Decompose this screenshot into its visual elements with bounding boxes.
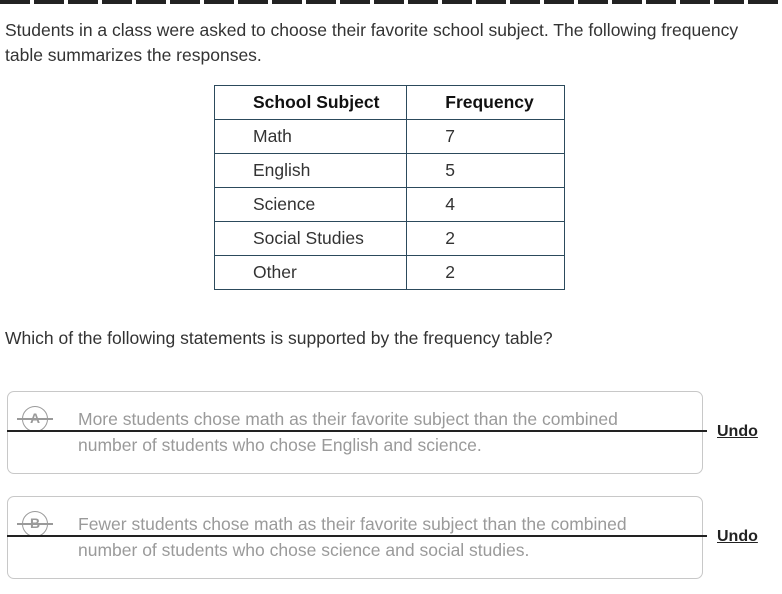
table-cell-frequency: 2 <box>406 255 565 290</box>
choice-letter-b: B <box>17 511 53 537</box>
choice-letter-a: A <box>17 406 53 432</box>
table-header-subject: School Subject <box>213 85 408 120</box>
table-row: Science 4 <box>213 187 565 222</box>
undo-eliminate-button-a[interactable]: Undo <box>717 423 758 441</box>
table-header-row: School Subject Frequency <box>213 85 565 120</box>
question-prompt-text: Which of the following statements is sup… <box>5 328 553 348</box>
question-intro-text: Students in a class were asked to choose… <box>5 20 739 65</box>
answer-choice-a[interactable]: A More students chose math as their favo… <box>7 391 703 474</box>
eliminated-strike-line-a <box>7 430 707 432</box>
table-cell-subject: Social Studies <box>213 221 408 256</box>
table-cell-subject: Science <box>213 187 408 222</box>
table-header-frequency: Frequency <box>406 85 565 120</box>
table-cell-frequency: 2 <box>406 221 565 256</box>
table-row: Other 2 <box>213 255 565 290</box>
eliminated-strike-line-b <box>7 535 707 537</box>
table-cell-subject: English <box>213 153 408 188</box>
table-cell-frequency: 4 <box>406 187 565 222</box>
table-cell-subject: Other <box>213 255 408 290</box>
table-row: Math 7 <box>213 119 565 154</box>
top-border-decoration <box>0 0 782 4</box>
choice-text-b: Fewer students chose math as their favor… <box>78 514 627 560</box>
table-row: Social Studies 2 <box>213 221 565 256</box>
undo-eliminate-button-b[interactable]: Undo <box>717 528 758 546</box>
frequency-table: School Subject Frequency Math 7 English … <box>213 85 565 290</box>
table-cell-subject: Math <box>213 119 408 154</box>
table-row: English 5 <box>213 153 565 188</box>
table-cell-frequency: 5 <box>406 153 565 188</box>
choice-text-a: More students chose math as their favori… <box>78 409 618 455</box>
answer-choice-b[interactable]: B Fewer students chose math as their fav… <box>7 496 703 579</box>
table-cell-frequency: 7 <box>406 119 565 154</box>
